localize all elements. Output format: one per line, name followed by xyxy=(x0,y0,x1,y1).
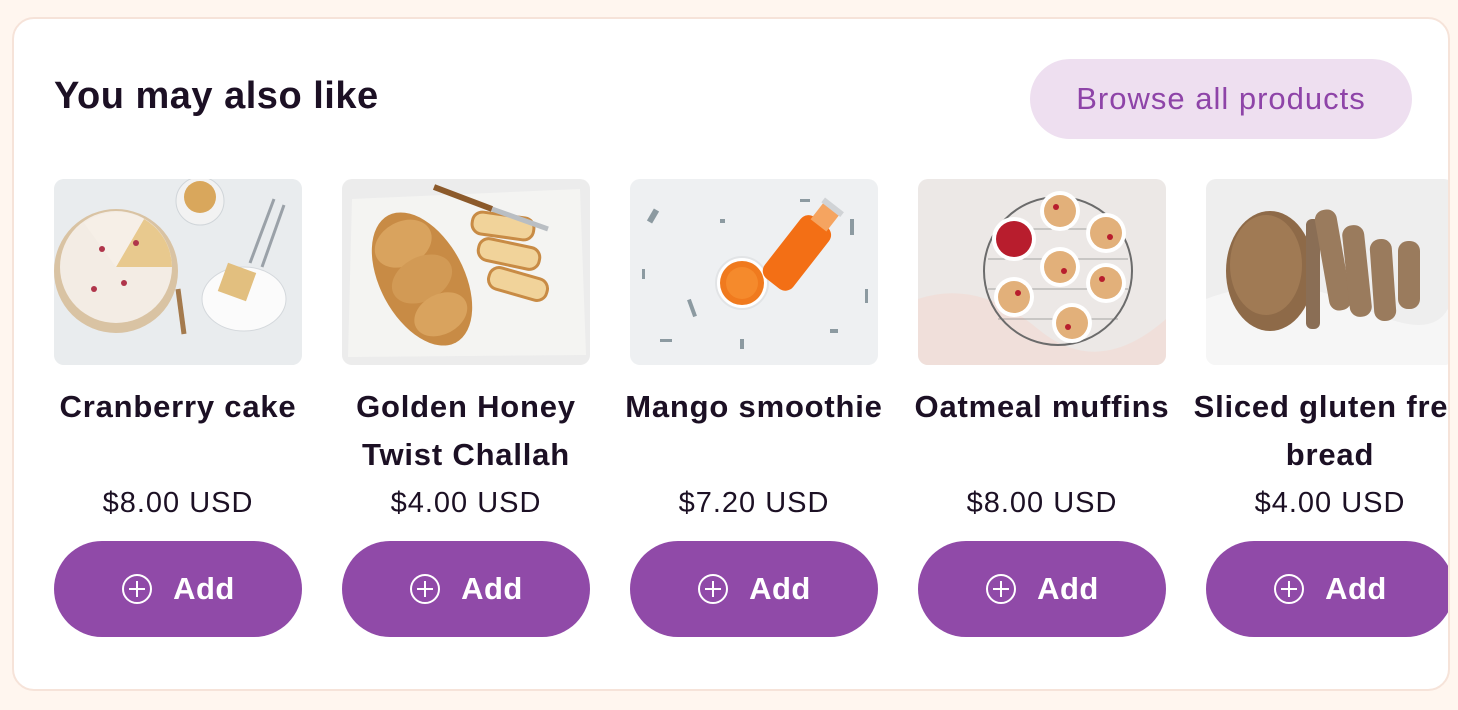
recommendations-section: You may also like Browse all products Cr… xyxy=(12,17,1450,691)
mango-smoothie-image[interactable] xyxy=(630,179,878,365)
add-to-cart-button[interactable]: Add xyxy=(1206,541,1448,637)
challah-bread-image[interactable] xyxy=(342,179,590,365)
add-to-cart-button[interactable]: Add xyxy=(918,541,1166,637)
browse-all-products-button[interactable]: Browse all products xyxy=(1030,59,1412,139)
add-to-cart-button[interactable]: Add xyxy=(342,541,590,637)
add-label: Add xyxy=(1325,571,1387,606)
plus-circle-icon xyxy=(986,574,1017,604)
product-price: $8.00 USD xyxy=(966,487,1118,519)
product-name[interactable]: Cranberry cake xyxy=(34,383,322,431)
add-label: Add xyxy=(461,571,523,606)
plus-circle-icon xyxy=(698,574,729,604)
product-card[interactable]: Oatmeal muffins $8.00 USD Add xyxy=(915,179,1169,639)
add-label: Add xyxy=(173,571,235,606)
add-label: Add xyxy=(749,571,811,606)
product-price: $8.00 USD xyxy=(102,487,254,519)
product-price: $4.00 USD xyxy=(390,487,542,519)
product-name[interactable]: Oatmeal muffins xyxy=(898,383,1186,431)
cranberry-cake-image[interactable] xyxy=(54,179,302,365)
oatmeal-muffins-image[interactable] xyxy=(918,179,1166,365)
add-to-cart-button[interactable]: Add xyxy=(630,541,878,637)
section-title: You may also like xyxy=(54,75,379,117)
product-name[interactable]: Sliced gluten free bread xyxy=(1186,383,1448,479)
product-card[interactable]: Golden Honey Twist Challah $4.00 USD Add xyxy=(342,179,590,639)
add-label: Add xyxy=(1037,571,1099,606)
product-price: $4.00 USD xyxy=(1254,487,1406,519)
product-carousel: Cranberry cake $8.00 USD Add Golden Hone… xyxy=(54,179,1448,639)
product-price: $7.20 USD xyxy=(678,487,830,519)
product-card[interactable]: Sliced gluten free bread $4.00 USD Add xyxy=(1194,179,1448,639)
product-card[interactable]: Cranberry cake $8.00 USD Add xyxy=(54,179,302,639)
plus-circle-icon xyxy=(1274,574,1305,604)
add-to-cart-button[interactable]: Add xyxy=(54,541,302,637)
product-name[interactable]: Golden Honey Twist Challah xyxy=(322,383,610,479)
plus-circle-icon xyxy=(410,574,441,604)
product-card[interactable]: Mango smoothie $7.20 USD Add xyxy=(625,179,882,639)
gluten-free-bread-image[interactable] xyxy=(1206,179,1448,365)
plus-circle-icon xyxy=(122,574,153,604)
product-name[interactable]: Mango smoothie xyxy=(610,383,898,431)
